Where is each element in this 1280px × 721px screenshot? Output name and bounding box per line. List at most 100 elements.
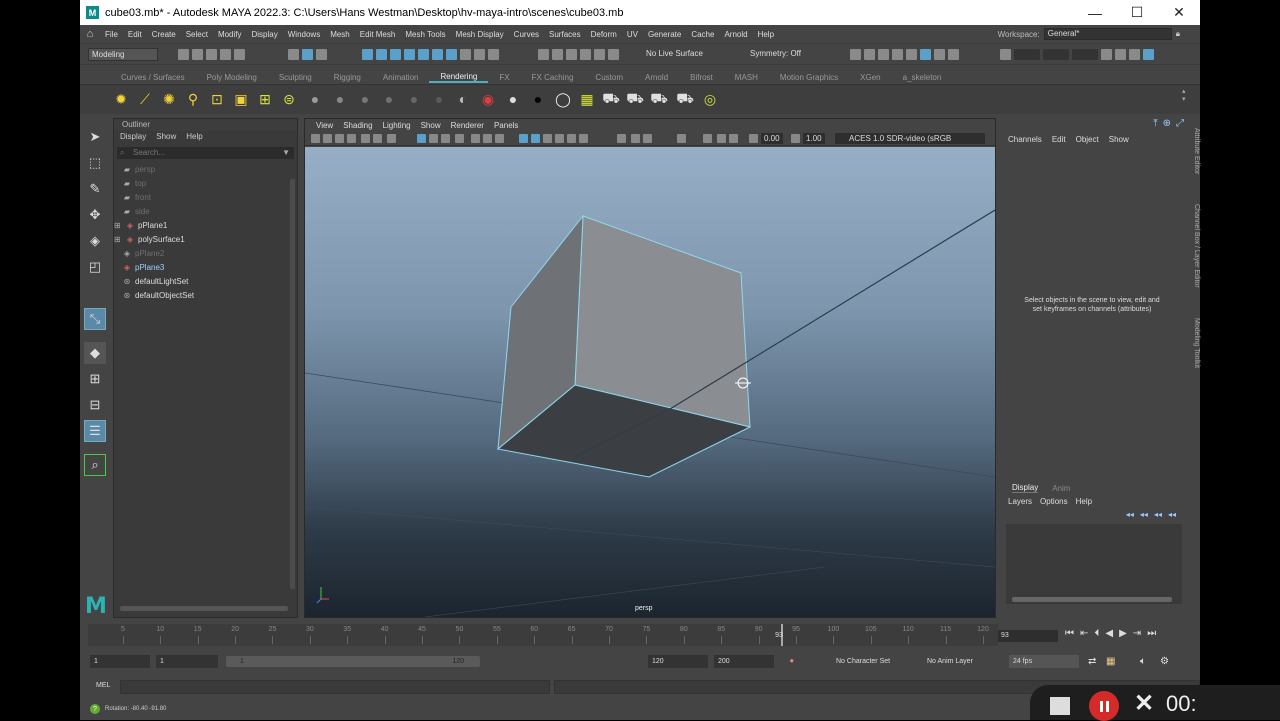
- volume-light-icon[interactable]: ▣: [232, 90, 250, 108]
- menu-mesh-display[interactable]: Mesh Display: [451, 30, 509, 39]
- directional-light-icon[interactable]: ⟋: [136, 90, 154, 108]
- viewport-menu-lighting[interactable]: Lighting: [378, 121, 416, 130]
- default-material-icon[interactable]: [441, 134, 450, 143]
- gamma-icon[interactable]: [791, 134, 800, 143]
- shelf-tab-poly-modeling[interactable]: Poly Modeling: [196, 73, 268, 82]
- loop-icon[interactable]: ⇄: [1088, 655, 1096, 668]
- lock-icon[interactable]: 🔒︎: [1176, 29, 1180, 39]
- outliner-horizontal-scrollbar[interactable]: [120, 606, 288, 611]
- wireframe-icon[interactable]: [417, 134, 426, 143]
- sidebar-toggle-icon[interactable]: [1101, 49, 1112, 60]
- area-light-icon[interactable]: ⊡: [208, 90, 226, 108]
- object-menu[interactable]: Object: [1076, 135, 1099, 144]
- shelf-tab-sculpting[interactable]: Sculpting: [268, 73, 323, 82]
- render-settings-shelf-icon[interactable]: ⛟: [676, 90, 694, 108]
- chevron-down-icon[interactable]: ▼: [282, 147, 290, 159]
- render-frame-icon[interactable]: [864, 49, 875, 60]
- light-link-icon[interactable]: ⊞: [256, 90, 274, 108]
- select-hierarchy-icon[interactable]: [288, 49, 299, 60]
- menu-file[interactable]: File: [100, 30, 123, 39]
- exposure-field[interactable]: 0.00: [761, 133, 783, 144]
- x-field[interactable]: [1014, 49, 1040, 60]
- isolate-select-icon[interactable]: [617, 134, 626, 143]
- scale-tool-icon[interactable]: ◰: [84, 256, 106, 278]
- menu-edit-mesh[interactable]: Edit Mesh: [355, 30, 401, 39]
- layered-shader-icon[interactable]: ●: [430, 90, 448, 108]
- gate-mask-icon[interactable]: [471, 134, 480, 143]
- close-window-button[interactable]: ✕: [1158, 0, 1200, 25]
- fit-all-icon[interactable]: [717, 134, 726, 143]
- outliner-menu-show[interactable]: Show: [156, 131, 176, 143]
- channel-box-icon[interactable]: [1143, 49, 1154, 60]
- lock-selection-icon[interactable]: [474, 49, 485, 60]
- outliner-item[interactable]: ▰ persp: [122, 163, 155, 176]
- lasso-tool-icon[interactable]: ⬚: [84, 152, 106, 174]
- menu-set-dropdown[interactable]: Modeling: [88, 48, 158, 61]
- render-view-icon[interactable]: ▦: [578, 90, 596, 108]
- camera-attributes-icon[interactable]: [323, 134, 332, 143]
- grease-pencil-icon[interactable]: [373, 134, 382, 143]
- shelf-tab-arnold[interactable]: Arnold: [634, 73, 679, 82]
- menu-arnold[interactable]: Arnold: [719, 30, 752, 39]
- select-camera-icon[interactable]: [311, 134, 320, 143]
- close-recorder-icon[interactable]: ✕: [1134, 689, 1154, 718]
- search-icon[interactable]: ⌕: [84, 454, 106, 476]
- viewport-menu-shading[interactable]: Shading: [338, 121, 377, 130]
- use-background-icon[interactable]: ●: [529, 90, 547, 108]
- current-frame-field[interactable]: 93: [998, 630, 1058, 642]
- outliner-menu-display[interactable]: Display: [120, 131, 146, 143]
- shelf-tab-custom[interactable]: Custom: [584, 73, 634, 82]
- shelf-tab-rendering[interactable]: Rendering: [429, 72, 489, 83]
- pause-viewport-icon[interactable]: [948, 49, 959, 60]
- menu-uv[interactable]: UV: [622, 30, 643, 39]
- snap-projected-center-icon[interactable]: [580, 49, 591, 60]
- move-layer-down-icon[interactable]: ◂◂: [1140, 510, 1148, 519]
- shelf-tab-fx[interactable]: FX: [488, 73, 520, 82]
- viewport-menu-panels[interactable]: Panels: [489, 121, 523, 130]
- help-icon[interactable]: ?: [90, 704, 100, 714]
- snap-view-plane-icon[interactable]: [594, 49, 605, 60]
- menu-cache[interactable]: Cache: [686, 30, 719, 39]
- symmetry-dropdown[interactable]: Symmetry: Off: [750, 49, 801, 58]
- menu-mesh[interactable]: Mesh: [325, 30, 355, 39]
- four-view-layout-icon[interactable]: ⊞: [84, 368, 106, 390]
- grid-toggle-icon[interactable]: [387, 134, 396, 143]
- help-menu[interactable]: Help: [1076, 497, 1092, 506]
- redo-icon[interactable]: [234, 49, 245, 60]
- shelf-tab-bifrost[interactable]: Bifrost: [679, 73, 724, 82]
- snap-point-icon[interactable]: [566, 49, 577, 60]
- anisotropic-material-icon[interactable]: ●: [405, 90, 423, 108]
- render-current-icon[interactable]: ⛟: [602, 90, 620, 108]
- menu-surfaces[interactable]: Surfaces: [544, 30, 586, 39]
- shelf-menu-icon[interactable]: ▴ ▾: [1182, 87, 1186, 103]
- z-field[interactable]: [1072, 49, 1098, 60]
- home-icon[interactable]: ⌂: [80, 28, 100, 40]
- shelf-tab-mash[interactable]: MASH: [724, 73, 769, 82]
- motion-blur-icon[interactable]: [567, 134, 576, 143]
- show-menu[interactable]: Show: [1109, 135, 1129, 144]
- surface-shader-white-icon[interactable]: ●: [504, 90, 522, 108]
- exposure-icon[interactable]: [749, 134, 758, 143]
- safe-action-icon[interactable]: [495, 134, 504, 143]
- shelf-tab-animation[interactable]: Animation: [372, 73, 430, 82]
- menu-select[interactable]: Select: [181, 30, 213, 39]
- layers-menu[interactable]: Layers: [1008, 497, 1032, 506]
- render-settings-icon[interactable]: [892, 49, 903, 60]
- make-live-icon[interactable]: [608, 49, 619, 60]
- hypershade-icon[interactable]: [906, 49, 917, 60]
- viewport-menu-view[interactable]: View: [311, 121, 338, 130]
- shelf-tab-fx-caching[interactable]: FX Caching: [521, 73, 585, 82]
- filter-rendering-icon[interactable]: [446, 49, 457, 60]
- stop-recording-button[interactable]: [1050, 697, 1070, 715]
- lights-icon[interactable]: [543, 134, 552, 143]
- shadows-icon[interactable]: [531, 134, 540, 143]
- xray-joints-icon[interactable]: [631, 134, 640, 143]
- perspective-viewport[interactable]: View Shading Lighting Show Renderer Panels: [304, 118, 996, 618]
- move-tool-icon[interactable]: ✥: [84, 204, 106, 226]
- standard-surface-icon[interactable]: ◯: [554, 90, 572, 108]
- modeling-toolkit-tab[interactable]: Modeling Toolkit: [1188, 318, 1200, 368]
- snap-curve-icon[interactable]: [552, 49, 563, 60]
- auto-key-icon[interactable]: ⏺: [790, 655, 794, 668]
- single-view-layout-icon[interactable]: ◆: [84, 342, 106, 364]
- light-editor-icon[interactable]: [934, 49, 945, 60]
